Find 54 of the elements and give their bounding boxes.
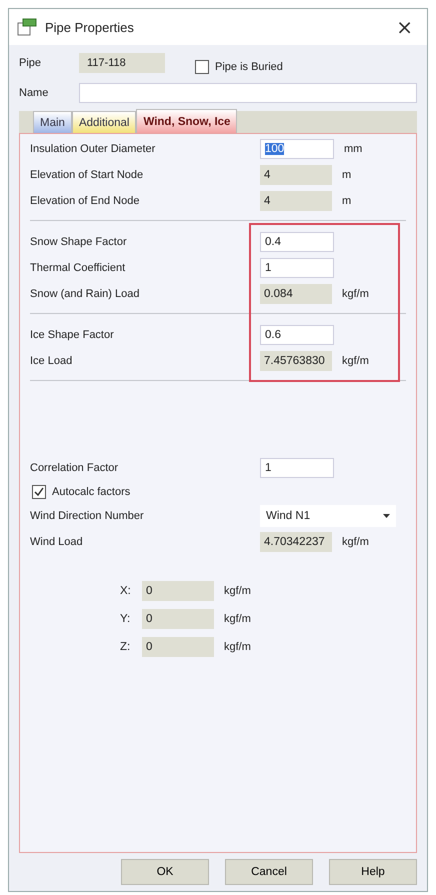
unit-label: kgf/m <box>342 536 369 548</box>
field-label: Y: <box>120 613 132 625</box>
checkmark-icon <box>33 486 45 498</box>
field-label: Thermal Coefficient <box>30 262 126 274</box>
unit-label: kgf/m <box>342 355 369 367</box>
readonly-field: 0 <box>142 609 214 629</box>
field-label: Snow (and Rain) Load <box>30 288 140 300</box>
unit-label: kgf/m <box>224 641 251 653</box>
input-field[interactable]: 1 <box>260 458 334 478</box>
unit-label: m <box>342 169 352 181</box>
input-field[interactable]: 0.4 <box>260 232 334 252</box>
autocalc-checkbox[interactable]: Autocalc factors <box>32 481 406 503</box>
field-label: Ice Load <box>30 355 74 367</box>
name-field[interactable] <box>79 83 417 103</box>
field-label: Wind Direction Number <box>30 510 145 522</box>
dialog-button[interactable]: Cancel <box>225 859 313 885</box>
unit-label: kgf/m <box>224 585 251 597</box>
field-label: Pipe <box>19 57 42 69</box>
field-label: X: <box>120 585 132 597</box>
dialog-button[interactable]: Help <box>329 859 417 885</box>
buried-checkbox[interactable]: Pipe is Buried <box>195 60 283 74</box>
field-label: Elevation of End Node <box>30 195 140 207</box>
unit-label: kgf/m <box>224 613 251 625</box>
tab[interactable]: Additional <box>72 111 136 133</box>
field-label: Snow Shape Factor <box>30 236 128 248</box>
window-icon <box>17 18 37 36</box>
dialog-button[interactable]: OK <box>121 859 209 885</box>
field-label: Wind Load <box>30 536 84 548</box>
unit-label: mm <box>344 143 362 155</box>
readonly-field: 0 <box>142 581 214 601</box>
tab[interactable]: Main <box>33 111 72 133</box>
unit-label: kgf/m <box>342 288 369 300</box>
caret-icon <box>383 514 390 518</box>
close-button[interactable]: × <box>390 15 419 39</box>
readonly-field: 0 <box>142 637 214 657</box>
field-label: Z: <box>120 641 132 653</box>
readonly-field: 0.084 <box>260 284 332 304</box>
input-field[interactable]: 1 <box>260 258 334 278</box>
window-title: Pipe Properties <box>45 20 135 34</box>
unit-label: m <box>342 195 352 207</box>
field-label: Name <box>19 87 50 99</box>
field-label: Correlation Factor <box>30 462 120 474</box>
tab[interactable]: Wind, Snow, Ice <box>136 109 238 133</box>
input-field[interactable]: 100 <box>260 139 334 159</box>
input-field[interactable]: 0.6 <box>260 325 334 345</box>
wind-direction-dropdown[interactable]: Wind N1 <box>260 505 396 527</box>
readonly-field: 4.70342237 <box>260 532 332 552</box>
pipe-id-field: 117-118 <box>79 53 165 73</box>
field-label: Elevation of Start Node <box>30 169 144 181</box>
field-label: Ice Shape Factor <box>30 329 115 341</box>
readonly-field: 4 <box>260 165 332 185</box>
readonly-field: 4 <box>260 191 332 211</box>
field-label: Insulation Outer Diameter <box>30 143 156 155</box>
readonly-field: 7.45763830 <box>260 351 332 371</box>
